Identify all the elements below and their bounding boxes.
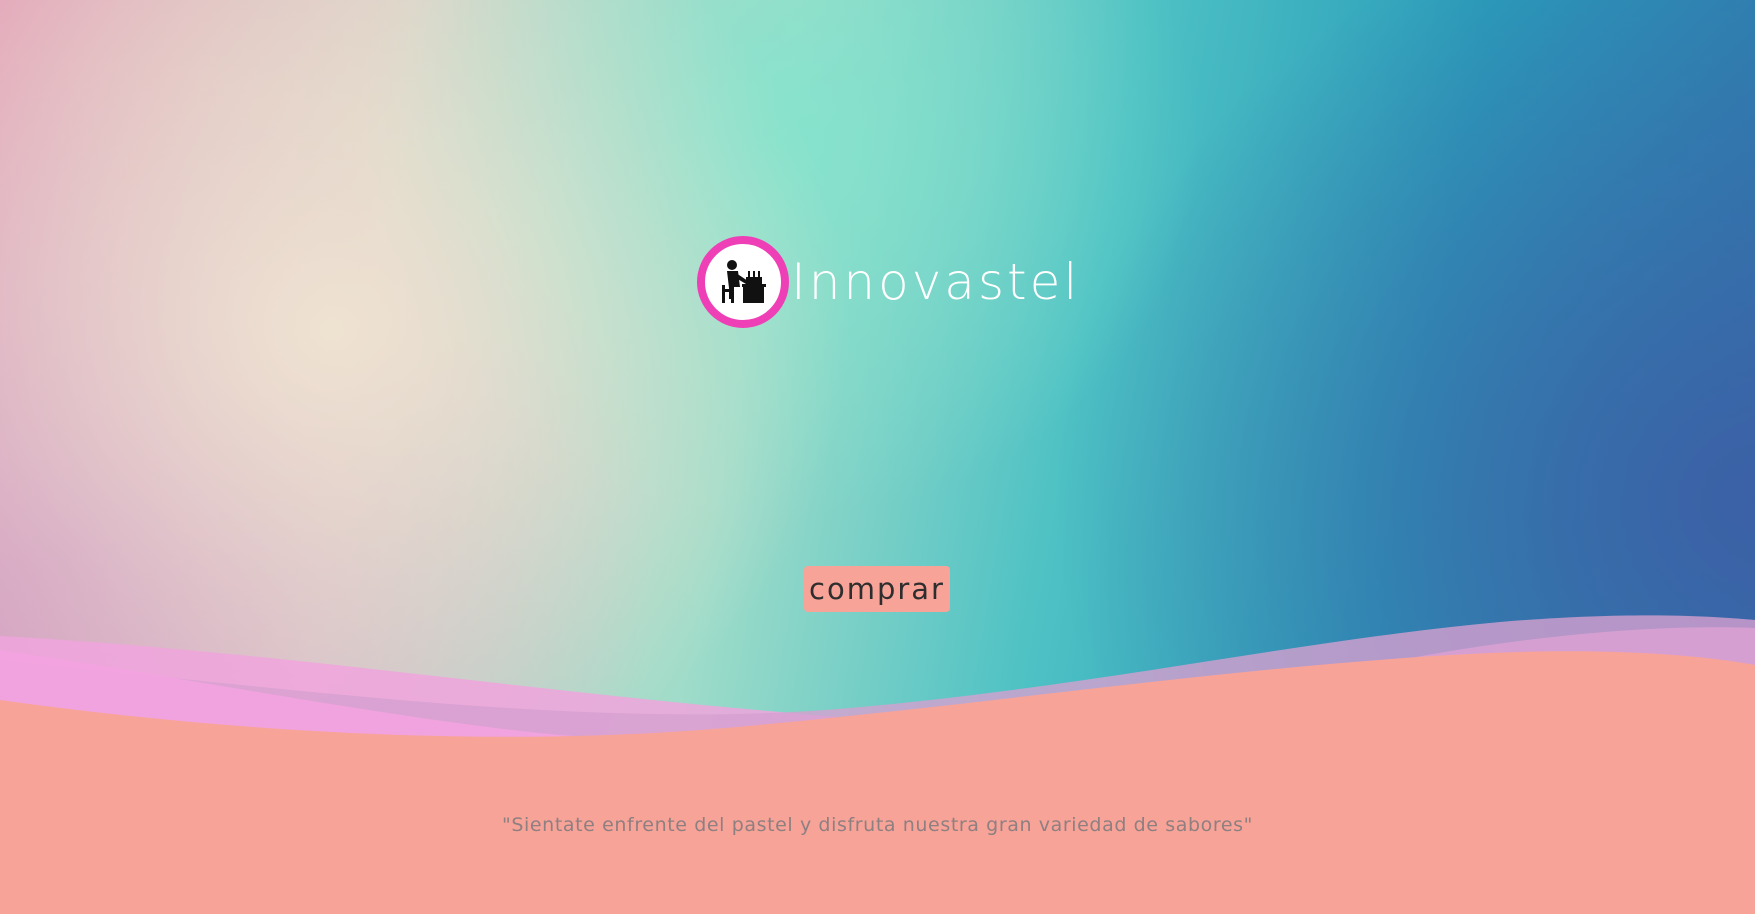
person-at-cake-table-icon bbox=[722, 260, 766, 303]
logo-badge[interactable] bbox=[697, 236, 789, 328]
brand-name: Innovastel bbox=[791, 253, 1081, 311]
buy-button[interactable]: comprar bbox=[804, 566, 950, 612]
brand-header: Innovastel bbox=[697, 236, 1080, 328]
tagline: "Sientate enfrente del pastel y disfruta… bbox=[502, 814, 1253, 836]
wave-decoration bbox=[0, 615, 1755, 914]
